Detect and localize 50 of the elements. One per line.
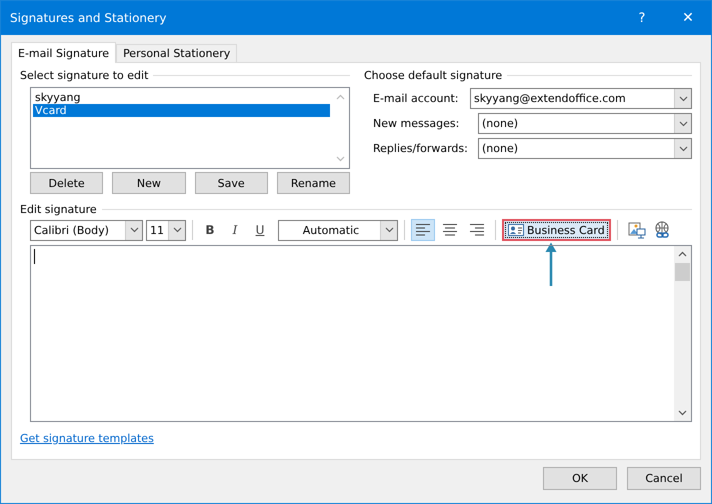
help-button[interactable]: ? bbox=[619, 1, 665, 35]
tab[interactable]: E-mail Signature bbox=[11, 42, 116, 63]
action-button[interactable]: Delete bbox=[30, 172, 104, 194]
tab[interactable]: Personal Stationery bbox=[116, 44, 238, 62]
dropdown[interactable]: (none) bbox=[478, 138, 692, 159]
dialog-button[interactable]: Cancel bbox=[627, 466, 701, 490]
dropdown[interactable]: skyyang@extendoffice.com bbox=[470, 88, 692, 109]
section-heading: Choose default signature bbox=[364, 68, 502, 82]
scroll-down-icon bbox=[678, 410, 687, 416]
color-dropdown[interactable]: Automatic bbox=[278, 220, 398, 240]
caret-icon bbox=[678, 96, 688, 102]
dropdown[interactable]: (none) bbox=[478, 113, 692, 134]
window-title: Signatures and Stationery bbox=[9, 11, 168, 25]
size-dropdown[interactable]: 11 bbox=[146, 220, 186, 240]
section-heading: Edit signature bbox=[20, 202, 97, 216]
align-left-button[interactable] bbox=[411, 219, 435, 241]
contact-card-icon bbox=[508, 224, 524, 236]
caret-icon bbox=[678, 146, 688, 152]
field-label: E-mail account: bbox=[373, 92, 460, 105]
caret-icon bbox=[130, 227, 138, 233]
scrollbar[interactable] bbox=[674, 246, 691, 421]
section-heading: Select signature to edit bbox=[20, 68, 148, 82]
font-dropdown[interactable]: Calibri (Body) bbox=[30, 220, 143, 240]
scroll-thumb[interactable] bbox=[675, 263, 690, 281]
close-button[interactable]: ✕ bbox=[665, 1, 711, 35]
align-center-icon bbox=[440, 223, 460, 237]
action-button[interactable]: New bbox=[112, 172, 186, 194]
text-cursor bbox=[34, 249, 35, 264]
underline-button[interactable]: U bbox=[249, 219, 271, 241]
scroll-up-icon bbox=[678, 251, 687, 257]
caret-icon bbox=[384, 227, 394, 233]
list-item[interactable]: skyyang bbox=[33, 91, 330, 104]
arrow-icon bbox=[545, 242, 557, 286]
action-button[interactable]: Rename bbox=[276, 172, 350, 194]
scroll-up-icon bbox=[336, 94, 345, 100]
picture-icon[interactable] bbox=[626, 220, 647, 240]
italic-button[interactable]: I bbox=[224, 219, 246, 241]
business-card-button[interactable]: Business Card bbox=[502, 219, 611, 241]
list-item[interactable]: Vcard bbox=[33, 104, 330, 117]
templates-link[interactable]: Get signature templates bbox=[20, 432, 154, 445]
caret-icon bbox=[172, 227, 182, 233]
scroll-down-icon bbox=[336, 156, 345, 162]
action-button[interactable]: Save bbox=[194, 172, 268, 194]
caret-icon bbox=[678, 120, 688, 126]
dialog-button[interactable]: OK bbox=[543, 466, 617, 490]
field-label: Replies/forwards: bbox=[373, 142, 469, 155]
align-left-icon bbox=[413, 223, 433, 237]
align-right-icon bbox=[467, 223, 487, 237]
bold-button[interactable]: B bbox=[199, 219, 221, 241]
field-label: New messages: bbox=[373, 117, 460, 130]
